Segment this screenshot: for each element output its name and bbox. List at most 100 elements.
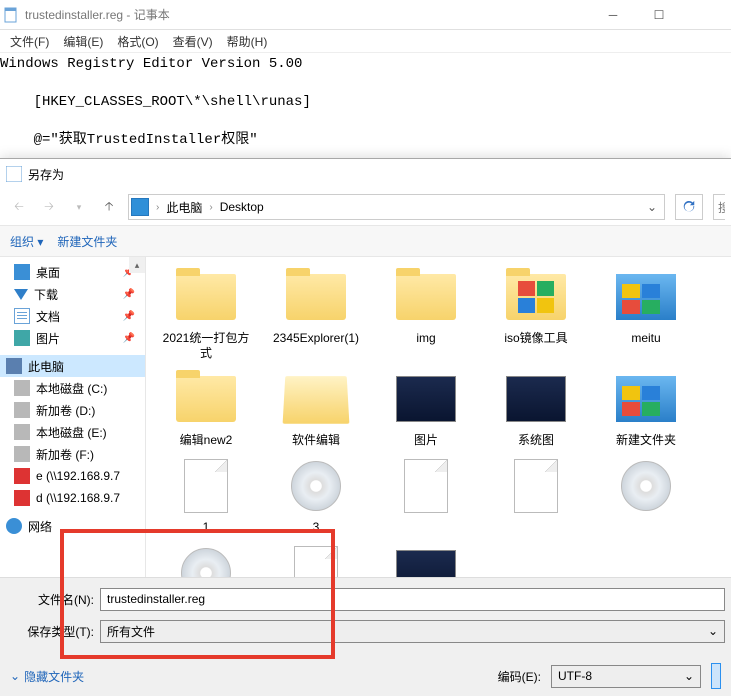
minimize-button[interactable]: ─ [590,1,636,29]
save-button[interactable] [711,663,721,689]
crumb-pc[interactable]: 此电脑 [164,199,204,216]
hide-folders-toggle[interactable]: ⌄ 隐藏文件夹 [10,668,84,685]
file-item[interactable]: meitu [600,267,692,361]
file-item[interactable]: 2021统一打包方式 [160,267,252,361]
file-item[interactable]: 3 [270,456,362,535]
pc-icon [6,358,22,374]
sidebar-drive-item[interactable]: 本地磁盘 (E:) [0,421,145,443]
back-button[interactable]: 🡠 [6,194,32,220]
sidebar-label: 本地磁盘 (E:) [36,424,107,441]
sidebar-label: 下载 [34,286,58,303]
sidebar-network[interactable]: 网络 [0,515,145,537]
close-button[interactable] [682,1,728,29]
filename-input[interactable] [100,588,725,611]
file-item[interactable]: iso镜像工具 [490,267,582,361]
forward-button[interactable]: 🡢 [36,194,62,220]
crumb-desktop[interactable]: Desktop [218,200,266,214]
nav-row: 🡠 🡢 ▾ 🡡 › 此电脑 › Desktop ⌄ 搜 [0,189,731,225]
chevron-right-icon[interactable]: › [151,202,164,213]
encoding-value: UTF-8 [558,669,592,683]
disk-icon [14,424,30,440]
sidebar-label: 桌面 [36,264,60,281]
sidebar-label: 图片 [36,330,60,347]
network-icon [6,518,22,534]
filetype-select[interactable]: 所有文件 ⌄ [100,620,725,643]
sidebar-quick-item[interactable]: 桌面📌 [0,261,145,283]
notepad-menubar: 文件(F) 编辑(E) 格式(O) 查看(V) 帮助(H) [0,30,731,52]
file-item[interactable]: 新建文件夹 [600,369,692,448]
file-item[interactable]: 软件编辑 [270,369,362,448]
menu-edit[interactable]: 编辑(E) [57,31,109,52]
file-item[interactable] [490,456,582,535]
notepad-title: trustedinstaller.reg - 记事本 [25,6,590,23]
sidebar-label: 新加卷 (F:) [36,446,94,463]
file-item[interactable] [380,543,472,577]
scroll-up-button[interactable]: ▴ [129,257,145,273]
file-item[interactable]: 图片 [380,369,472,448]
chevron-right-icon[interactable]: › [204,202,217,213]
file-item[interactable] [270,543,362,577]
file-list[interactable]: 2021统一打包方式2345Explorer(1)img iso镜像工具 meitu… [146,257,731,577]
file-thumbnail [500,369,572,429]
file-item[interactable]: 2345Explorer(1) [270,267,362,361]
file-thumbnail [170,456,242,516]
maximize-button[interactable]: ☐ [636,1,682,29]
toolbar: 组织 ▾ 新建文件夹 [0,225,731,257]
sidebar-drive-item[interactable]: d (\\192.168.9.7 [0,487,145,509]
saveas-titlebar: 另存为 [0,159,731,189]
menu-format[interactable]: 格式(O) [111,31,164,52]
filename-area: 文件名(N): 保存类型(T): 所有文件 ⌄ [0,577,731,656]
file-label: 系统图 [518,433,554,448]
organize-menu[interactable]: 组织 ▾ [10,233,43,250]
new-folder-button[interactable]: 新建文件夹 [57,233,117,250]
file-label: 编辑new2 [180,433,233,448]
folder-icon [14,330,30,346]
file-thumbnail [280,369,352,429]
file-item[interactable]: 系统图 [490,369,582,448]
menu-view[interactable]: 查看(V) [167,31,219,52]
sidebar-drive-item[interactable]: 本地磁盘 (C:) [0,377,145,399]
sidebar-drive-item[interactable]: 新加卷 (D:) [0,399,145,421]
folder-icon [14,289,28,300]
sidebar-label: 此电脑 [28,358,64,375]
disk-icon [14,402,30,418]
file-item[interactable] [380,456,472,535]
file-label: 图片 [414,433,438,448]
file-label: iso镜像工具 [504,331,567,346]
file-item[interactable]: 编辑new2 [160,369,252,448]
sidebar-drive-item[interactable]: 新加卷 (F:) [0,443,145,465]
sidebar-this-pc[interactable]: 此电脑 [0,355,145,377]
file-item[interactable] [600,456,692,535]
address-bar[interactable]: › 此电脑 › Desktop ⌄ [128,194,665,220]
pin-icon: 📌 [123,289,135,300]
disk-icon [14,446,30,462]
filetype-label: 保存类型(T): [0,623,100,640]
refresh-button[interactable] [675,194,703,220]
file-thumbnail [280,543,352,577]
encoding-select[interactable]: UTF-8 ⌄ [551,665,701,688]
sidebar-quick-item[interactable]: 文档📌 [0,305,145,327]
file-thumbnail [170,267,242,327]
address-dropdown[interactable]: ⌄ [642,200,662,214]
bottom-row: ⌄ 隐藏文件夹 编码(E): UTF-8 ⌄ [0,656,731,696]
disk-icon [14,490,30,506]
menu-file[interactable]: 文件(F) [4,31,55,52]
sidebar-label: 本地磁盘 (C:) [36,380,107,397]
file-thumbnail [500,456,572,516]
sidebar-quick-item[interactable]: 图片📌 [0,327,145,349]
menu-help[interactable]: 帮助(H) [221,31,274,52]
sidebar-quick-item[interactable]: 下载 📌 [0,283,145,305]
recent-dropdown[interactable]: ▾ [66,194,92,220]
refresh-icon [682,200,696,214]
file-thumbnail [170,543,242,577]
filetype-value: 所有文件 [107,623,155,640]
file-label: 3 [313,520,320,535]
up-button[interactable]: 🡡 [96,194,122,220]
save-as-dialog: 另存为 🡠 🡢 ▾ 🡡 › 此电脑 › Desktop ⌄ 搜 组织 ▾ 新建文… [0,158,731,694]
file-item[interactable]: 1 [160,456,252,535]
file-item[interactable] [160,543,252,577]
sidebar-drive-item[interactable]: e (\\192.168.9.7 [0,465,145,487]
file-label: 软件编辑 [292,433,340,448]
search-input[interactable]: 搜 [713,194,725,220]
file-item[interactable]: img [380,267,472,361]
